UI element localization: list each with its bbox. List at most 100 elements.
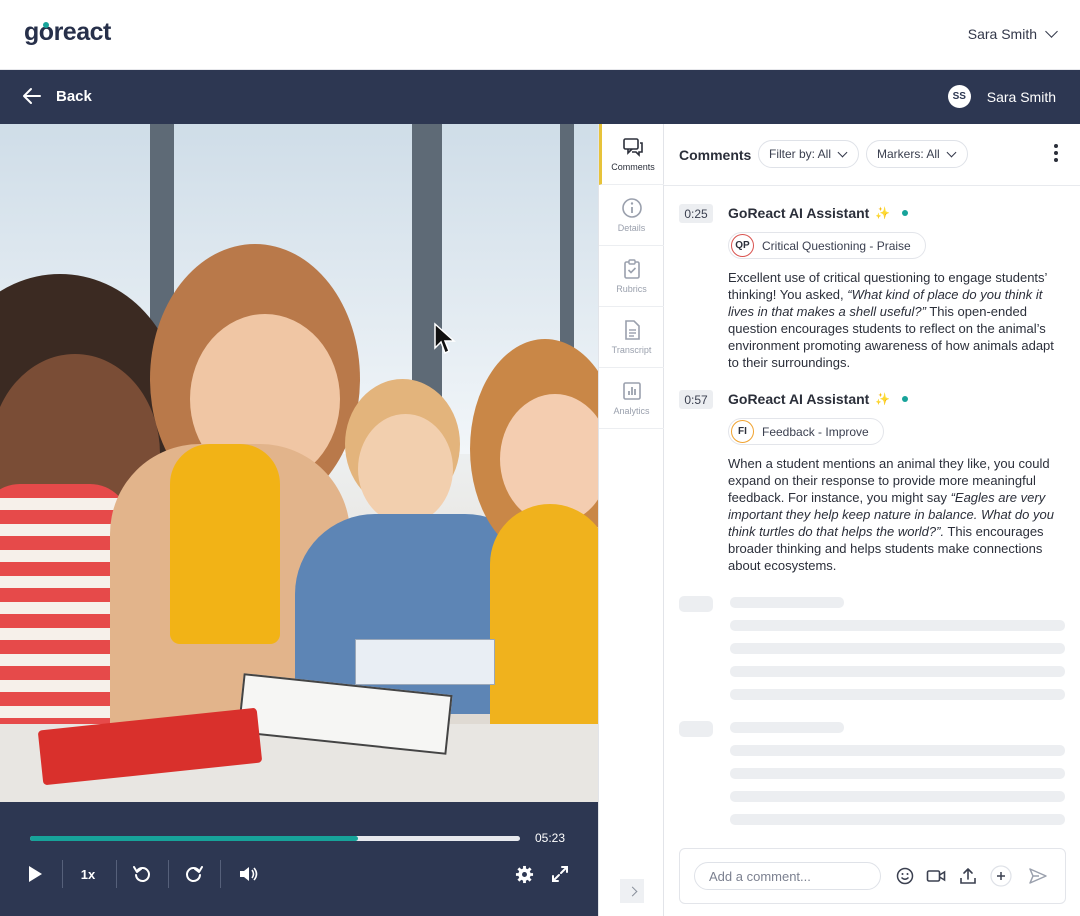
tab-details[interactable]: Details <box>599 185 664 246</box>
comments-panel: Comments Filter by: All Markers: All 0:2… <box>664 124 1080 916</box>
skeleton-line <box>730 768 1065 779</box>
add-button[interactable] <box>990 865 1012 887</box>
skeleton-line <box>730 814 1065 825</box>
online-dot <box>902 210 909 216</box>
marker-badge: FI <box>731 420 754 443</box>
arrow-left-icon <box>23 88 41 104</box>
info-icon <box>621 198 642 218</box>
skeleton-line <box>679 721 713 737</box>
comment-timestamp[interactable]: 0:25 <box>679 204 713 223</box>
skeleton-line <box>730 689 1065 700</box>
teacher-shirt <box>170 444 280 644</box>
gear-icon <box>515 865 533 883</box>
divider <box>116 860 117 888</box>
volume-icon <box>240 867 258 881</box>
transcript-icon <box>624 320 640 340</box>
speed-button[interactable]: 1x <box>74 862 102 886</box>
forward-button[interactable] <box>182 862 206 886</box>
filter-label: Filter by: All <box>769 147 832 161</box>
skeleton-line <box>730 597 844 608</box>
progress-bar[interactable] <box>30 836 520 841</box>
user-menu[interactable]: Sara Smith <box>967 25 1058 42</box>
tab-label: Analytics <box>613 406 650 416</box>
more-options-icon[interactable] <box>1054 144 1058 162</box>
comments-icon <box>623 138 643 157</box>
skeleton-line <box>679 596 713 612</box>
goreact-logo[interactable]: goreact <box>24 18 111 47</box>
comment-text: Excellent use of critical questioning to… <box>728 270 1054 370</box>
app-header: goreact Sara Smith <box>0 0 1080 70</box>
record-video-button[interactable] <box>925 865 947 887</box>
upload-button[interactable] <box>957 865 979 887</box>
volume-button[interactable] <box>236 862 260 886</box>
notebook <box>355 639 495 685</box>
divider <box>220 860 221 888</box>
player-controls: 05:23 1x <box>0 802 598 916</box>
rewind-button[interactable] <box>130 862 154 886</box>
chevron-down-icon <box>946 147 957 157</box>
skeleton-line <box>730 722 844 733</box>
skeleton-line <box>730 666 1065 677</box>
play-button[interactable] <box>24 862 46 886</box>
fullscreen-icon <box>552 866 568 882</box>
marker-label: Feedback - Improve <box>762 424 869 439</box>
divider <box>168 860 169 888</box>
skeleton-line <box>730 620 1065 631</box>
video-camera-icon <box>926 870 946 882</box>
mouse-cursor-icon <box>434 322 456 355</box>
nav-user: SS Sara Smith <box>947 85 1056 108</box>
marker-tag: FI Feedback - Improve <box>728 418 884 445</box>
user-menu-name: Sara Smith <box>967 26 1037 42</box>
marker-tag: QP Critical Questioning - Praise <box>728 232 926 259</box>
comment-item[interactable]: 0:57 GoReact AI Assistant ✨ FI Feedback … <box>679 390 1069 580</box>
emoji-button[interactable] <box>894 865 916 887</box>
upload-icon <box>960 868 976 884</box>
analytics-icon <box>622 382 641 400</box>
author-name: GoReact AI Assistant <box>728 391 870 407</box>
nav-user-name: Sara Smith <box>986 88 1056 105</box>
video-player[interactable] <box>0 124 598 802</box>
tab-comments[interactable]: Comments <box>599 124 664 185</box>
plus-icon <box>990 865 1012 887</box>
play-icon <box>29 866 42 882</box>
fullscreen-button[interactable] <box>548 862 572 886</box>
markers-label: Markers: All <box>877 147 940 161</box>
chevron-down-icon <box>837 147 848 157</box>
boy-face <box>358 414 453 524</box>
comment-item[interactable]: 0:25 GoReact AI Assistant ✨ QP Critical … <box>679 204 1069 374</box>
filter-dropdown[interactable]: Filter by: All <box>758 140 860 168</box>
rubric-icon <box>623 259 640 279</box>
sparkle-icon: ✨ <box>875 392 891 406</box>
settings-button[interactable] <box>512 862 536 886</box>
comment-author: GoReact AI Assistant ✨ <box>728 205 909 221</box>
send-button[interactable] <box>1027 865 1049 887</box>
side-tab-rail: Comments Details Rubrics Transcript Anal… <box>598 124 664 916</box>
tab-rubrics[interactable]: Rubrics <box>599 246 664 307</box>
back-button[interactable]: Back <box>22 86 92 106</box>
emoji-icon <box>896 867 914 885</box>
panel-title: Comments <box>679 147 752 163</box>
expand-panel-button[interactable] <box>620 879 644 903</box>
comment-author: GoReact AI Assistant ✨ <box>728 391 909 407</box>
comment-timestamp[interactable]: 0:57 <box>679 390 713 409</box>
girl-right-shirt <box>490 504 598 734</box>
chevron-down-icon <box>1045 25 1058 38</box>
tab-label: Transcript <box>611 345 652 355</box>
avatar: SS <box>947 85 971 108</box>
nav-bar: Back SS Sara Smith <box>0 70 1080 124</box>
sparkle-icon: ✨ <box>875 206 891 220</box>
tab-label: Rubrics <box>616 284 647 294</box>
marker-badge: QP <box>731 234 754 257</box>
progress-fill <box>30 836 359 841</box>
skeleton-line <box>730 791 1065 802</box>
comments-header: Comments Filter by: All Markers: All <box>664 124 1080 186</box>
tab-label: Comments <box>611 162 655 172</box>
tab-analytics[interactable]: Analytics <box>599 368 664 429</box>
send-icon <box>1029 868 1047 884</box>
markers-dropdown[interactable]: Markers: All <box>866 140 968 168</box>
skeleton-line <box>730 745 1065 756</box>
window-frame <box>412 124 442 424</box>
tab-transcript[interactable]: Transcript <box>599 307 664 368</box>
comment-input[interactable] <box>694 862 881 890</box>
forward-icon <box>186 866 203 882</box>
